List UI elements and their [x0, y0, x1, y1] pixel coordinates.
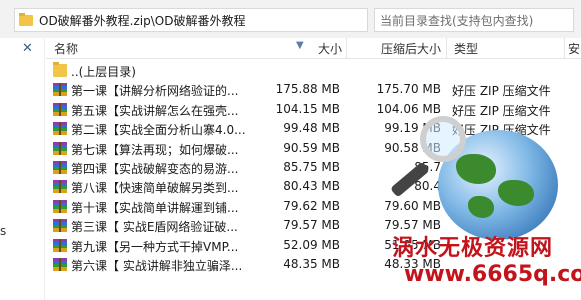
file-name: 第五课【实战讲解怎么在强壳...: [71, 103, 239, 118]
file-name: 第一课【讲解分析网络验证的...: [71, 84, 239, 99]
archive-icon: [53, 160, 67, 174]
address-toolbar: OD破解番外教程.zip\OD破解番外教程 当前目录查找(支持包内查找): [0, 0, 581, 38]
file-compressed-size: 175.70 MB: [376, 82, 441, 97]
column-compressed-size[interactable]: 压缩后大小: [381, 40, 441, 57]
side-panel-text: s: [0, 224, 7, 238]
side-panel: ✕ s: [0, 38, 45, 300]
file-name: 第八课【快速简单破解另类到...: [71, 181, 239, 196]
file-size: 90.59 MB: [283, 140, 340, 155]
file-row[interactable]: 第五课【实战讲解怎么在强壳... 104.15 MB 104.06 MB 好压 …: [46, 100, 581, 119]
file-size: 80.43 MB: [283, 179, 340, 194]
archive-icon: [53, 238, 67, 252]
magnifier-icon: [420, 116, 466, 162]
sort-arrow-icon: ▼: [296, 40, 304, 51]
search-input[interactable]: 当前目录查找(支持包内查找): [374, 8, 574, 32]
file-size: 175.88 MB: [275, 82, 340, 97]
file-type: 好压 ZIP 压缩文件: [452, 103, 551, 118]
archive-icon: [53, 257, 67, 271]
address-bar[interactable]: OD破解番外教程.zip\OD破解番外教程: [14, 8, 368, 32]
file-size: 48.35 MB: [283, 256, 340, 271]
folder-icon: [53, 62, 67, 77]
column-name[interactable]: 名称: [54, 40, 78, 57]
archive-icon: [53, 199, 67, 213]
file-size: 99.48 MB: [283, 121, 340, 136]
file-size: 79.57 MB: [283, 218, 340, 233]
column-extra[interactable]: 安: [568, 40, 580, 57]
file-name: 第六课【 实战讲解非独立骗泽...: [71, 258, 243, 273]
folder-icon: [19, 12, 33, 26]
file-row[interactable]: 第一课【讲解分析网络验证的... 175.88 MB 175.70 MB 好压 …: [46, 80, 581, 99]
file-compressed-size: 80.4: [414, 179, 441, 194]
file-name: 第七课【算法再现；如何爆破...: [71, 142, 239, 157]
file-name: 第二课【实战全面分析山寨4.0...: [71, 123, 246, 138]
parent-folder-label: ..(上层目录): [71, 65, 136, 79]
file-size: 79.62 MB: [283, 198, 340, 213]
watermark-url: www.6665q.com: [404, 262, 581, 287]
column-header: 名称 ▼ 大小 压缩后大小 类型 安: [46, 38, 581, 59]
archive-icon: [53, 122, 67, 136]
archive-icon: [53, 141, 67, 155]
file-size: 52.09 MB: [283, 237, 340, 252]
file-size: 85.75 MB: [283, 159, 340, 174]
file-type: 好压 ZIP 压缩文件: [452, 84, 551, 99]
file-size: 104.15 MB: [275, 101, 340, 116]
watermark-title: 涡水无极资源网: [392, 236, 554, 261]
parent-folder-row[interactable]: ..(上层目录): [46, 61, 581, 80]
column-size[interactable]: 大小: [318, 40, 342, 57]
file-name: 第三课【 实战E盾网络验证破...: [71, 220, 238, 235]
archive-icon: [53, 102, 67, 116]
address-path: OD破解番外教程.zip\OD破解番外教程: [39, 13, 246, 28]
file-name: 第四课【实战破解变态的易游...: [71, 161, 239, 176]
archive-icon: [53, 83, 67, 97]
close-icon[interactable]: ✕: [22, 41, 33, 56]
archive-icon: [53, 180, 67, 194]
file-compressed-size: 79.60 MB: [384, 198, 441, 213]
file-name: 第九课【另一种方式干掉VMP...: [71, 239, 239, 254]
archive-icon: [53, 219, 67, 233]
file-compressed-size: 104.06 MB: [376, 101, 441, 116]
column-type[interactable]: 类型: [454, 40, 478, 57]
file-name: 第十课【实战简单讲解運到铺...: [71, 200, 239, 215]
